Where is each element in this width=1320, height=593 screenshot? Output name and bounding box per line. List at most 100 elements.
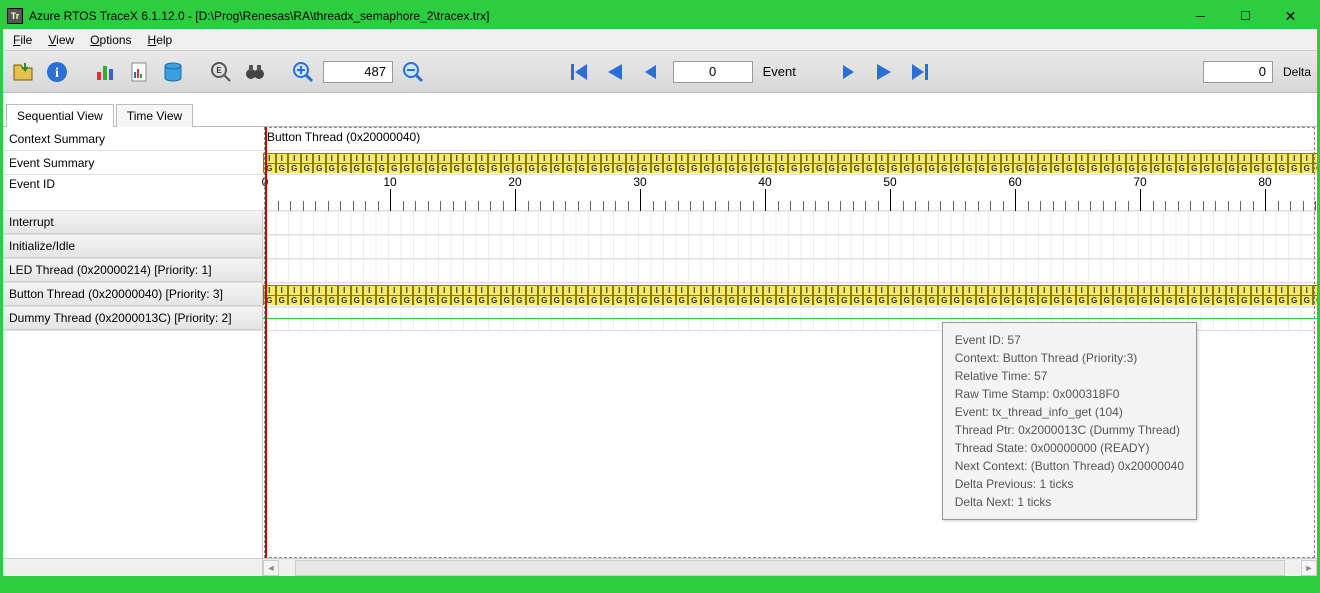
event-cell[interactable]: IG [1063,285,1076,305]
event-cell[interactable]: IG [1063,153,1076,173]
event-cell[interactable]: IG [438,153,451,173]
event-cell[interactable]: IG [451,285,464,305]
menu-options[interactable]: Options [84,31,137,49]
event-cell[interactable]: IG [1301,153,1314,173]
event-cell[interactable]: IG [376,153,389,173]
horizontal-scrollbar[interactable]: ◄ ► [3,558,1317,576]
event-cell[interactable]: IG [863,285,876,305]
event-cell[interactable]: IG [1038,153,1051,173]
event-cell[interactable]: IG [726,153,739,173]
event-cell[interactable]: IG [776,285,789,305]
event-cell[interactable]: IG [526,285,539,305]
event-summary-track[interactable]: IGIGIGIGIGIGIGIGIGIGIGIGIGIGIGIGIGIGIGIG… [263,151,1317,174]
event-cell[interactable]: IG [1176,153,1189,173]
event-cell[interactable]: IG [513,153,526,173]
event-cell[interactable]: IG [888,285,901,305]
cursor-line[interactable] [265,127,267,558]
event-cell[interactable]: IG [501,285,514,305]
event-cell[interactable]: IG [526,153,539,173]
event-cell[interactable]: IG [476,285,489,305]
event-cell[interactable]: IG [1076,153,1089,173]
tab-time[interactable]: Time View [116,104,193,127]
event-cell[interactable]: IG [901,153,914,173]
event-cell[interactable]: IG [913,153,926,173]
event-cell[interactable]: IG [1051,285,1064,305]
event-cell[interactable]: IG [701,285,714,305]
event-cell[interactable]: IG [313,153,326,173]
event-cell[interactable]: IG [1288,153,1301,173]
event-cell[interactable]: IG [738,285,751,305]
event-cell[interactable]: IG [626,285,639,305]
event-cell[interactable]: IG [788,153,801,173]
event-cell[interactable]: IG [301,285,314,305]
event-cell[interactable]: IG [326,285,339,305]
event-cell[interactable]: IG [613,153,626,173]
event-cell[interactable]: IG [388,153,401,173]
titlebar[interactable]: Tr Azure RTOS TraceX 6.1.12.0 - [D:\Prog… [3,3,1317,29]
event-cell[interactable]: IG [988,153,1001,173]
info-icon[interactable]: i [43,58,71,86]
event-cell[interactable]: IG [563,285,576,305]
event-cell[interactable]: IG [1013,153,1026,173]
event-cell[interactable]: IG [876,153,889,173]
event-cell[interactable]: IG [1251,153,1264,173]
event-cell[interactable]: IG [926,285,939,305]
event-cell[interactable]: IG [976,285,989,305]
event-cell[interactable]: IG [376,285,389,305]
event-cell[interactable]: IG [1088,153,1101,173]
event-cell[interactable]: IG [713,153,726,173]
event-cell[interactable]: IG [813,153,826,173]
event-cell[interactable]: IG [576,153,589,173]
event-cell[interactable]: IG [638,153,651,173]
search-event-icon[interactable]: E [207,58,235,86]
tab-sequential[interactable]: Sequential View [6,104,114,127]
event-cell[interactable]: IG [1201,153,1214,173]
event-cell[interactable]: IG [563,153,576,173]
event-cell[interactable]: IG [838,285,851,305]
event-cell[interactable]: IG [326,153,339,173]
event-cell[interactable]: IG [351,285,364,305]
event-cell[interactable]: IG [651,153,664,173]
init-idle-track[interactable] [263,235,1317,258]
event-cell[interactable]: IG [1038,285,1051,305]
zoom-out-icon[interactable] [399,58,427,86]
event-cell[interactable]: IG [901,285,914,305]
event-cell[interactable]: IG [1013,285,1026,305]
event-cell[interactable]: IG [1151,153,1164,173]
event-cell[interactable]: IG [976,153,989,173]
menu-view[interactable]: View [42,31,80,49]
bar-chart-icon[interactable] [91,58,119,86]
event-cell[interactable]: IG [963,153,976,173]
event-cell[interactable]: IG [1138,153,1151,173]
event-cell[interactable]: IG [401,285,414,305]
event-cell[interactable]: IG [651,285,664,305]
event-cell[interactable]: IG [1201,285,1214,305]
event-cell[interactable]: IG [638,285,651,305]
maximize-button[interactable]: ☐ [1223,3,1268,29]
event-cell[interactable]: IG [663,153,676,173]
prev-page-icon[interactable] [601,58,629,86]
event-value-input[interactable] [673,61,753,83]
event-cell[interactable]: IG [538,153,551,173]
event-cell[interactable]: IG [276,153,289,173]
event-cell[interactable]: IG [363,285,376,305]
event-cell[interactable]: IG [1301,285,1314,305]
scroll-left-icon[interactable]: ◄ [263,560,279,576]
event-cell[interactable]: IG [1026,285,1039,305]
minimize-button[interactable]: ─ [1178,3,1223,29]
event-cell[interactable]: IG [501,153,514,173]
event-cell[interactable]: IG [551,285,564,305]
event-cell[interactable]: IG [1238,285,1251,305]
event-cell[interactable]: IG [413,153,426,173]
event-cell[interactable]: IG [938,153,951,173]
event-cell[interactable]: IG [601,153,614,173]
event-cell[interactable]: IG [551,153,564,173]
event-cell[interactable]: IG [1138,285,1151,305]
event-cell[interactable]: IG [751,153,764,173]
event-cell[interactable]: IG [313,285,326,305]
event-cell[interactable]: IG [813,285,826,305]
event-cell[interactable]: IG [788,285,801,305]
event-cell[interactable]: IG [1263,153,1276,173]
event-cell[interactable]: IG [738,153,751,173]
event-cell[interactable]: IG [288,153,301,173]
